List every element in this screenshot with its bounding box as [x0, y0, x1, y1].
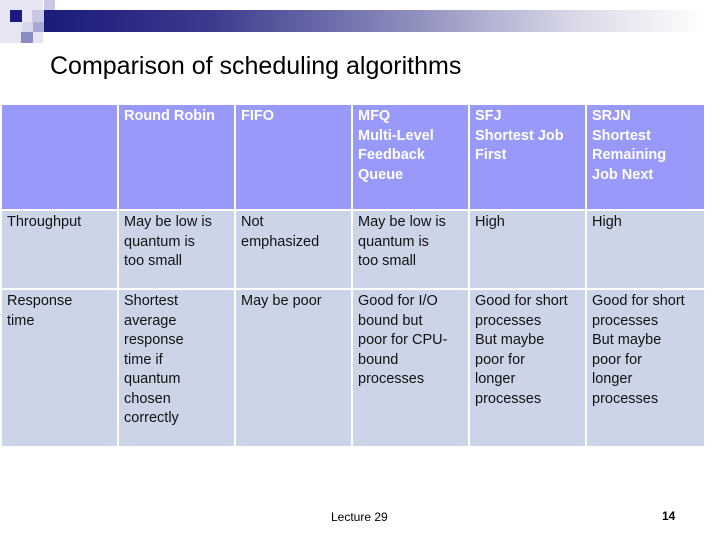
- column-header-mfq: MFQ Multi-Level Feedback Queue: [353, 105, 468, 209]
- column-header-srjn: SRJN Shortest Remaining Job Next: [587, 105, 704, 209]
- comparison-table: Round Robin FIFO MFQ Multi-Level Feedbac…: [0, 103, 706, 448]
- column-header-fifo: FIFO: [236, 105, 351, 209]
- table-cell: May be low is quantum is too small: [353, 211, 468, 288]
- decor-square: [10, 10, 22, 22]
- table-cell: Good for I/O bound but poor for CPU- bou…: [353, 290, 468, 446]
- slide-title: Comparison of scheduling algorithms: [50, 52, 462, 80]
- decor-square: [44, 0, 55, 10]
- column-header-label: SFJ Shortest Job First: [475, 108, 564, 163]
- table-cell: Shortest average response time if quantu…: [119, 290, 234, 446]
- table-cell: High: [587, 211, 704, 288]
- column-header-sfj: SFJ Shortest Job First: [470, 105, 585, 209]
- table-cell: Good for short processes But maybe poor …: [587, 290, 704, 446]
- table-cell: Good for short processes But maybe poor …: [470, 290, 585, 446]
- column-header-label: Round Robin: [124, 108, 216, 124]
- header-gradient-bar: [44, 10, 704, 32]
- table-cell: May be low is quantum is too small: [119, 211, 234, 288]
- table-corner-cell: [2, 105, 117, 209]
- column-header-round-robin: Round Robin: [119, 105, 234, 209]
- decor-square: [33, 22, 44, 32]
- column-header-label: MFQ Multi-Level Feedback Queue: [358, 108, 434, 183]
- row-label: Throughput: [7, 214, 82, 230]
- column-header-label: SRJN Shortest Remaining Job Next: [592, 108, 667, 183]
- table-cell: High: [470, 211, 585, 288]
- table-cell: May be poor: [236, 290, 351, 446]
- page-number: 14: [662, 509, 676, 523]
- table-header-row: Round Robin FIFO MFQ Multi-Level Feedbac…: [2, 105, 704, 209]
- column-header-label: FIFO: [241, 108, 275, 124]
- table-row-throughput: Throughput May be low is quantum is too …: [2, 211, 704, 288]
- row-label-cell: Response time: [2, 290, 117, 446]
- decor-square: [21, 32, 33, 43]
- table-row-response-time: Response time Shortest average response …: [2, 290, 704, 446]
- decor-square: [32, 10, 44, 22]
- slide-footer: Lecture 29: [331, 510, 388, 524]
- row-label-cell: Throughput: [2, 211, 117, 288]
- table-cell: Not emphasized: [236, 211, 351, 288]
- row-label: Response time: [7, 293, 73, 329]
